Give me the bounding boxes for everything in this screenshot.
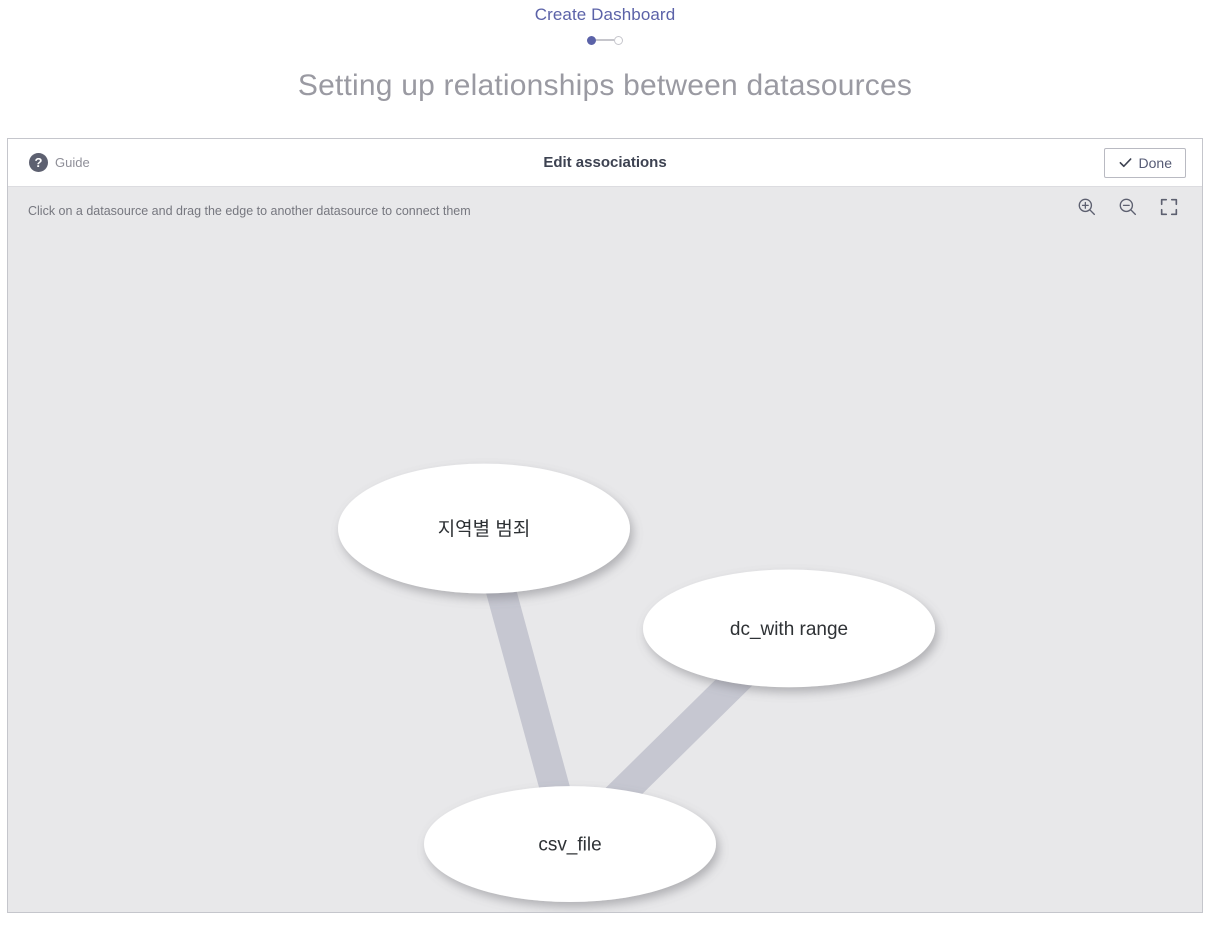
- check-icon: [1119, 158, 1131, 168]
- fullscreen-icon[interactable]: [1158, 196, 1180, 218]
- stepper-dot-1[interactable]: [587, 35, 596, 45]
- graph-node-label: 지역별 범죄: [438, 518, 531, 540]
- stepper-dot-2[interactable]: [614, 35, 623, 45]
- canvas-tools: [1076, 196, 1180, 218]
- zoom-in-icon[interactable]: [1076, 196, 1098, 218]
- association-graph[interactable]: 지역별 범죄 dc_with range csv_file: [8, 187, 1202, 912]
- wizard-stepper: [0, 33, 1210, 47]
- graph-node-label: csv_file: [538, 835, 601, 856]
- associations-panel: ? Guide Edit associations Done Click on …: [7, 138, 1203, 913]
- guide-button-label: Guide: [55, 155, 90, 170]
- panel-title: Edit associations: [543, 154, 667, 171]
- wizard-header: Create Dashboard: [0, 0, 1210, 47]
- graph-node[interactable]: dc_with range: [643, 569, 935, 688]
- guide-button[interactable]: ? Guide: [29, 153, 90, 172]
- question-mark-icon: ?: [29, 153, 48, 172]
- done-button-label: Done: [1138, 154, 1172, 171]
- panel-toolbar: ? Guide Edit associations Done: [8, 139, 1202, 187]
- graph-node[interactable]: 지역별 범죄: [338, 463, 630, 594]
- done-button[interactable]: Done: [1103, 147, 1186, 178]
- graph-node-label: dc_with range: [730, 619, 848, 640]
- graph-nodes-layer: 지역별 범죄 dc_with range csv_file: [338, 463, 935, 903]
- wizard-title: Create Dashboard: [534, 5, 676, 24]
- association-canvas[interactable]: Click on a datasource and drag the edge …: [8, 187, 1202, 912]
- graph-node[interactable]: csv_file: [424, 786, 716, 903]
- page-title: Setting up relationships between datasou…: [297, 69, 913, 102]
- zoom-out-icon[interactable]: [1117, 196, 1139, 218]
- stepper-connector: [596, 39, 614, 41]
